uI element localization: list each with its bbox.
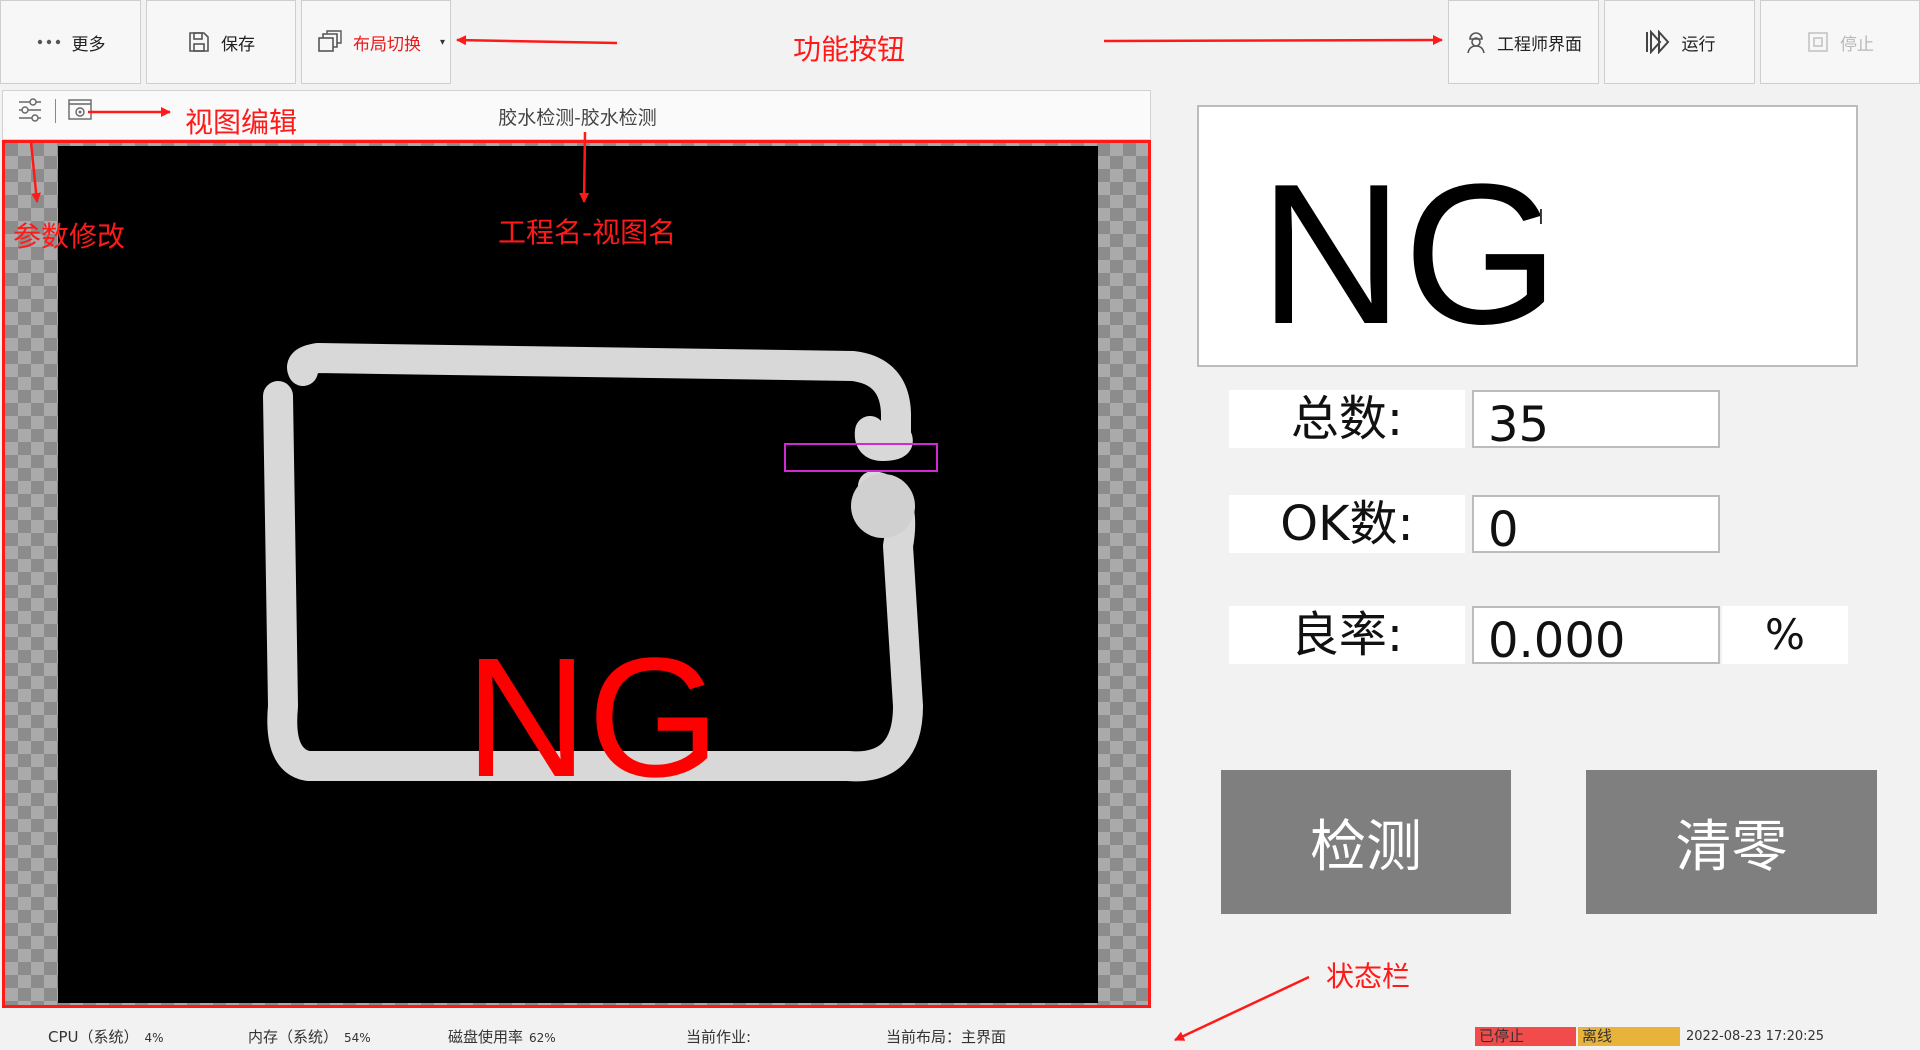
status-connection-badge: 离线 xyxy=(1578,1027,1680,1046)
annotation-function-buttons: 功能按钮 xyxy=(793,33,906,66)
layout-switch-label: 布局切换 xyxy=(353,34,421,55)
stop-label: 停止 xyxy=(1840,34,1874,55)
engineer-mode-button[interactable]: 工程师界面 xyxy=(1448,0,1599,84)
status-run-state-badge: 已停止 xyxy=(1475,1027,1576,1046)
ok-count-label: OK数: xyxy=(1229,495,1465,553)
image-result-overlay: NG xyxy=(465,623,720,813)
status-memory-label: 内存（系统） xyxy=(248,1028,339,1046)
status-disk-label: 磁盘使用率 xyxy=(448,1028,524,1046)
run-icon xyxy=(1645,30,1669,54)
arrow-to-status-bar xyxy=(1174,975,1310,1042)
status-memory-value: 54% xyxy=(344,1031,371,1045)
annotation-status-bar: 状态栏 xyxy=(1326,960,1411,993)
save-button[interactable]: 保存 xyxy=(146,0,296,84)
view-header: 胶水检测-胶水检测 xyxy=(2,90,1151,140)
chevron-down-icon[interactable]: ▾ xyxy=(440,37,445,48)
stop-button[interactable]: 停止 xyxy=(1760,0,1920,84)
status-memory: 内存（系统） 54% xyxy=(248,1026,371,1047)
annotation-param-modify: 参数修改 xyxy=(13,220,126,253)
yield-label: 良率: xyxy=(1229,606,1465,664)
glue-bead-image xyxy=(263,343,938,782)
yield-value: 0.000 xyxy=(1472,606,1720,669)
stop-icon xyxy=(1808,32,1828,52)
engineer-icon xyxy=(1467,32,1485,54)
run-button[interactable]: 运行 xyxy=(1604,0,1755,84)
layout-switch-button[interactable]: 布局切换 ▾ xyxy=(301,0,451,84)
inspection-image xyxy=(58,146,1098,1003)
more-icon xyxy=(37,39,60,45)
status-cpu-label: CPU（系统） xyxy=(48,1028,139,1046)
more-label: 更多 xyxy=(71,34,106,55)
view-title: 胶水检测-胶水检测 xyxy=(498,107,657,129)
total-label: 总数: xyxy=(1229,390,1465,448)
status-cpu: CPU（系统） 4% xyxy=(48,1026,164,1047)
arrow-to-layout-switch xyxy=(456,35,618,46)
glue-blob xyxy=(851,474,915,538)
app-window: 更多 保存 布局切换 ▾ 工程师界面 运行 停止 功能按钮 胶水检测-胶水检测 xyxy=(0,0,1920,1050)
save-icon xyxy=(189,32,209,52)
image-view[interactable]: NG xyxy=(2,140,1151,1008)
status-disk: 磁盘使用率 62% xyxy=(448,1026,556,1047)
save-label: 保存 xyxy=(221,34,255,55)
arrow-to-engineer-button xyxy=(1103,35,1443,46)
ok-count-value: 0 xyxy=(1472,495,1720,558)
yield-unit: % xyxy=(1722,606,1848,664)
layout-switch-icon xyxy=(318,30,342,52)
result-text: NG xyxy=(1259,143,1559,366)
text-cursor-icon: I xyxy=(1538,205,1544,229)
status-current-layout: 当前布局：主界面 xyxy=(886,1028,1007,1046)
reset-button[interactable]: 清零 xyxy=(1586,770,1877,914)
status-datetime: 2022-08-23 17:20:25 xyxy=(1686,1029,1825,1044)
status-disk-value: 62% xyxy=(529,1031,556,1045)
status-cpu-value: 4% xyxy=(144,1031,164,1045)
run-label: 运行 xyxy=(1681,34,1716,55)
engineer-label: 工程师界面 xyxy=(1497,34,1582,55)
detect-button[interactable]: 检测 xyxy=(1221,770,1511,914)
result-display: NG I xyxy=(1197,105,1858,367)
more-button[interactable]: 更多 xyxy=(0,0,141,84)
status-current-job: 当前作业: xyxy=(686,1028,752,1046)
annotation-project-view-name: 工程名-视图名 xyxy=(498,216,677,249)
total-value: 35 xyxy=(1472,390,1720,453)
annotation-view-edit: 视图编辑 xyxy=(185,106,298,139)
